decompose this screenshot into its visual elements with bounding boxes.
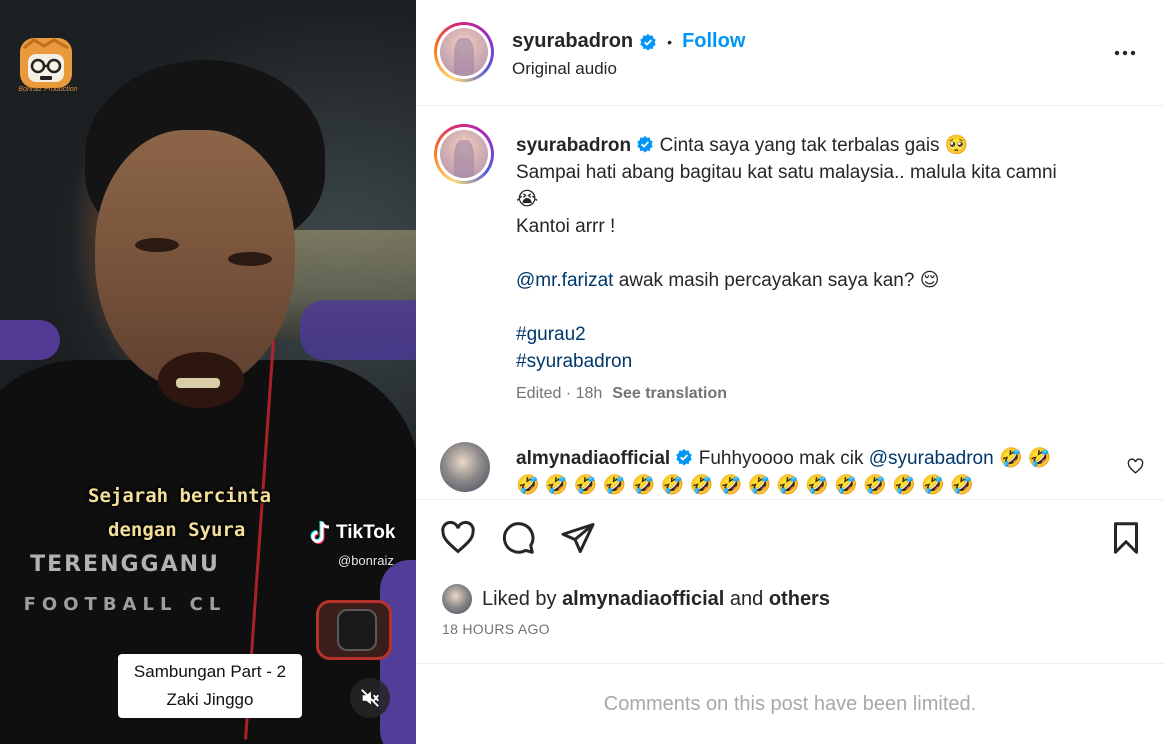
background-object (0, 320, 60, 360)
shirt-print: FOOTBALL CL (23, 594, 227, 615)
author-row: syurabadron • Follow (512, 30, 745, 53)
comment-text: Fuhhyoooo mak cik (698, 448, 864, 469)
caption-username[interactable]: syurabadron (516, 135, 631, 156)
liked-by-row: Liked by almynadiaofficial and others (442, 584, 830, 614)
more-horizontal-icon[interactable] (1112, 40, 1138, 66)
commenter-avatar[interactable] (440, 442, 490, 492)
post-timestamp[interactable]: 18 HOURS AGO (442, 621, 550, 637)
tiktok-icon (310, 521, 330, 544)
logo-caption: Bonraiz Production (18, 86, 78, 93)
comments-limited-text: Comments on this post have been limited. (603, 693, 977, 715)
comment-bubble-icon[interactable] (500, 520, 536, 556)
follow-button[interactable]: Follow (682, 30, 745, 53)
see-translation-link[interactable]: See translation (612, 385, 727, 403)
background-object (300, 300, 416, 360)
edited-time: Edited · 18h (516, 385, 603, 402)
muted-speaker-icon (361, 689, 379, 707)
comment-mention-link[interactable]: @syurabadron (869, 448, 994, 469)
liked-by-others-link[interactable]: others (769, 588, 830, 610)
liked-by-prefix: Liked by (482, 587, 557, 610)
heart-outline-icon[interactable] (1127, 458, 1144, 475)
crying-face-emoji: 😭 (516, 189, 539, 210)
rofl-emoji: 🤣 🤣 (998, 448, 1052, 469)
mute-button[interactable] (350, 678, 390, 718)
caption-author-avatar[interactable] (434, 124, 494, 184)
hashtag-link[interactable]: #syurabadron (516, 348, 1126, 375)
heart-outline-icon[interactable] (440, 520, 476, 556)
relieved-face-emoji: 😌 (919, 270, 940, 291)
tiktok-label: TikTok (336, 522, 396, 543)
tiktok-watermark: TikTok (308, 520, 395, 546)
caption-line: awak masih percayakan saya kan? (618, 270, 915, 291)
hashtag-link[interactable]: #gurau2 (516, 321, 1126, 348)
post-caption: syurabadron Cinta saya yang tak terbalas… (516, 132, 1126, 375)
comments-limited-notice: Comments on this post have been limited. (416, 663, 1164, 744)
verified-badge-icon (676, 448, 693, 466)
verified-badge-icon (640, 33, 656, 51)
pleading-face-emoji: 🥺 (944, 135, 969, 156)
wrist-watch (316, 600, 392, 660)
part-label: Sambungan Part - 2 (133, 662, 287, 681)
caption-line: Sampai hati abang bagitau kat satu malay… (516, 162, 1057, 183)
person-eye (228, 252, 272, 266)
comments-section[interactable]: syurabadron Cinta saya yang tak terbalas… (416, 107, 1164, 499)
commenter-username[interactable]: almynadiaofficial (516, 448, 670, 469)
rofl-emoji-row: 🤣 🤣 🤣 🤣 🤣 🤣 🤣 🤣 🤣 🤣 🤣 🤣 🤣 🤣 🤣 🤣 (516, 475, 974, 496)
person-teeth (176, 378, 220, 388)
person-eye (135, 238, 179, 252)
bookmark-icon[interactable] (1108, 520, 1144, 556)
separator-dot: • (667, 33, 673, 50)
liker-avatar[interactable] (442, 584, 472, 614)
liked-by-user-link[interactable]: almynadiaofficial (562, 588, 724, 610)
paper-plane-icon[interactable] (560, 520, 596, 556)
post-header: syurabadron • Follow Original audio (416, 0, 1164, 106)
tiktok-handle: @bonraiz (338, 553, 394, 568)
author-username[interactable]: syurabadron (512, 30, 633, 53)
caption-line: Cinta saya yang tak terbalas gais (659, 135, 940, 156)
caption-meta: Edited · 18h See translation (516, 385, 727, 403)
caption-mention-link[interactable]: @mr.farizat (516, 270, 613, 291)
part-name: Zaki Jinggo (166, 690, 254, 709)
liked-by-and: and (729, 587, 764, 610)
comment-body: almynadiaofficial Fuhhyoooo mak cik @syu… (516, 445, 1096, 499)
caption-line: Kantoi arrr ! (516, 216, 616, 237)
audio-link[interactable]: Original audio (512, 59, 617, 79)
verified-badge-icon (637, 135, 654, 153)
author-avatar[interactable] (434, 22, 494, 82)
post-details-panel: syurabadron • Follow Original audio syur… (416, 0, 1164, 744)
post-actions: Liked by almynadiaofficial and others 18… (416, 499, 1164, 663)
post-video[interactable]: TERENGGANU FOOTBALL CL Bonraiz Productio… (0, 0, 416, 744)
video-overlay-text: Sejarah bercinta (88, 485, 272, 507)
video-overlay-text: dengan Syura (108, 519, 246, 541)
part-label-box: Sambungan Part - 2 Zaki Jinggo (118, 654, 302, 718)
shirt-print: TERENGGANU (30, 552, 220, 577)
